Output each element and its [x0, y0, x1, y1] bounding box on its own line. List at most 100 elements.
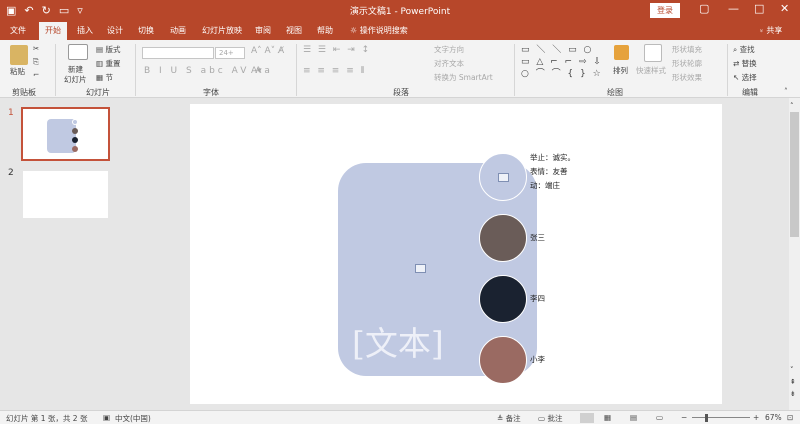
notes-button[interactable]: ≜ 备注: [497, 413, 521, 424]
quick-styles-button[interactable]: 快速样式: [636, 65, 666, 76]
shape-fill-button[interactable]: 形状填充: [672, 44, 702, 55]
tab-home[interactable]: 开始: [39, 22, 67, 40]
slideshow-view-icon[interactable]: ▭: [656, 413, 663, 422]
share-button[interactable]: ⍤ 共享: [759, 25, 782, 36]
share-label: 共享: [766, 26, 783, 35]
picture-placeholder-icon[interactable]: [415, 264, 426, 273]
circle-picture-placeholder[interactable]: [479, 153, 527, 201]
slide-canvas[interactable]: [文本] 举止：诚实。 表情：友善 动：端庄 张三 李四 小李: [190, 104, 722, 404]
arrange-button[interactable]: 排列: [613, 65, 628, 76]
arrange-icon[interactable]: [614, 45, 629, 60]
replace-label: 替换: [741, 59, 757, 68]
shapes-gallery[interactable]: ▭ ＼ ＼ ▭ ○ ▭ △ ⌐ ⌐ ⇨ ⇩ ○ ⌒ ⌒ { } ☆: [521, 44, 607, 80]
separator: [55, 44, 56, 96]
zoom-slider[interactable]: [692, 417, 750, 418]
text-placeholder[interactable]: [文本]: [352, 317, 444, 365]
font-size-select[interactable]: 24+: [215, 47, 245, 59]
separator: [514, 44, 515, 96]
tab-transitions[interactable]: 切换: [138, 25, 154, 37]
list-buttons[interactable]: ☰ ☰ ⇤ ⇥ ↕: [303, 45, 371, 55]
name-label[interactable]: 小李: [530, 353, 545, 366]
thumb-circle: [72, 128, 78, 134]
normal-view-icon[interactable]: [580, 413, 594, 423]
ribbon-display-icon[interactable]: ▢: [699, 2, 709, 15]
tab-help[interactable]: 帮助: [317, 25, 333, 37]
shape-outline-button[interactable]: 形状轮廓: [672, 58, 702, 69]
replace-button[interactable]: ⇄ 替换: [733, 58, 757, 69]
align-text-button[interactable]: 对齐文本: [434, 58, 464, 69]
fit-to-window-icon[interactable]: ⊡: [787, 413, 793, 422]
scroll-thumb[interactable]: [790, 112, 799, 237]
avatar-zhangsan[interactable]: [479, 214, 527, 262]
paste-icon[interactable]: [10, 45, 28, 65]
tab-design[interactable]: 设计: [107, 25, 123, 37]
zoom-out-icon[interactable]: −: [681, 413, 687, 422]
slide-sorter-icon[interactable]: ▦: [604, 413, 611, 422]
new-slide-label-2[interactable]: 幻灯片: [64, 74, 87, 85]
maximize-icon[interactable]: □: [754, 2, 764, 15]
shape-effects-button[interactable]: 形状效果: [672, 72, 702, 83]
cut-icon[interactable]: ✂: [33, 44, 39, 53]
spellcheck-icon[interactable]: ▣: [103, 413, 110, 422]
info-line-action[interactable]: 动：端庄: [530, 179, 560, 192]
select-button[interactable]: ↖ 选择: [733, 72, 757, 83]
copy-icon[interactable]: ⎘: [33, 57, 39, 67]
editing-group-label: 编辑: [742, 88, 758, 97]
convert-smartart-button[interactable]: 转换为 SmartArt: [434, 72, 493, 83]
info-line-manner[interactable]: 举止：诚实。: [530, 151, 575, 164]
tab-view[interactable]: 视图: [286, 25, 302, 37]
collapse-ribbon-icon[interactable]: ˄: [784, 87, 788, 96]
tab-insert[interactable]: 插入: [77, 25, 93, 37]
reading-view-icon[interactable]: ▤: [630, 413, 637, 422]
clipboard-group-label: 剪贴板: [12, 88, 36, 97]
name-label[interactable]: 张三: [530, 231, 545, 244]
paste-button[interactable]: 粘贴: [10, 66, 25, 77]
drawing-group-label: 绘图: [607, 88, 623, 97]
quick-styles-icon[interactable]: [644, 44, 662, 62]
zoom-in-icon[interactable]: +: [753, 413, 759, 422]
close-icon[interactable]: ✕: [780, 2, 789, 15]
replace-icon: ⇄: [733, 59, 742, 68]
layout-button[interactable]: ▤ 版式: [96, 44, 120, 55]
avatar-lisi[interactable]: [479, 275, 527, 323]
comments-button[interactable]: ▭ 批注: [538, 413, 562, 424]
tab-review[interactable]: 审阅: [255, 25, 271, 37]
slide-thumbnail-2[interactable]: [23, 171, 108, 218]
login-button[interactable]: 登录: [650, 3, 680, 18]
slide-number: 2: [8, 168, 14, 178]
tab-animations[interactable]: 动画: [170, 25, 186, 37]
section-button[interactable]: ▦ 节: [96, 72, 113, 83]
status-bar: 幻灯片 第 1 张，共 2 张 ▣ 中文(中国) ≜ 备注 ▭ 批注 ▦ ▤ ▭…: [0, 410, 800, 424]
slide-thumbnail-1[interactable]: [21, 107, 110, 161]
format-painter-icon[interactable]: ⌐: [33, 70, 39, 79]
scroll-up-icon[interactable]: ˄: [790, 102, 794, 110]
find-icon: ⌕: [733, 45, 740, 54]
vertical-scrollbar[interactable]: ˄ ˅ ⇞ ⇟: [789, 98, 800, 410]
reset-label: 重置: [105, 59, 121, 68]
font-size-controls[interactable]: A˄ A˅ A̸: [251, 46, 284, 56]
language-status[interactable]: 中文(中国): [115, 413, 151, 424]
zoom-level[interactable]: 67%: [765, 413, 782, 422]
find-button[interactable]: ⌕ 查找: [733, 44, 755, 55]
tell-me-search[interactable]: ☼ 操作说明搜索: [350, 25, 408, 36]
name-label[interactable]: 李四: [530, 292, 545, 305]
scroll-down-icon[interactable]: ˅: [790, 366, 794, 374]
avatar-xiaoli[interactable]: [479, 336, 527, 384]
previous-slide-icon[interactable]: ⇞: [790, 378, 796, 386]
new-slide-icon[interactable]: [68, 44, 88, 60]
text-direction-button[interactable]: 文字方向: [434, 44, 464, 55]
tab-file[interactable]: 文件: [10, 25, 26, 37]
reset-button[interactable]: ▥ 重置: [96, 58, 120, 69]
find-label: 查找: [739, 45, 755, 54]
font-group-label: 字体: [203, 88, 219, 97]
info-line-expression[interactable]: 表情：友善: [530, 165, 568, 178]
notes-icon: ≜: [497, 414, 506, 423]
font-family-select[interactable]: [142, 47, 214, 59]
zoom-slider-thumb[interactable]: [705, 414, 708, 422]
next-slide-icon[interactable]: ⇟: [790, 390, 796, 398]
font-color-button[interactable]: A▾: [251, 66, 262, 76]
alignment-buttons[interactable]: ≡ ≡ ≡ ≡ ⫴: [303, 66, 366, 76]
tab-slideshow[interactable]: 幻灯片放映: [202, 25, 242, 37]
minimize-icon[interactable]: —: [728, 2, 739, 15]
separator: [296, 44, 297, 96]
